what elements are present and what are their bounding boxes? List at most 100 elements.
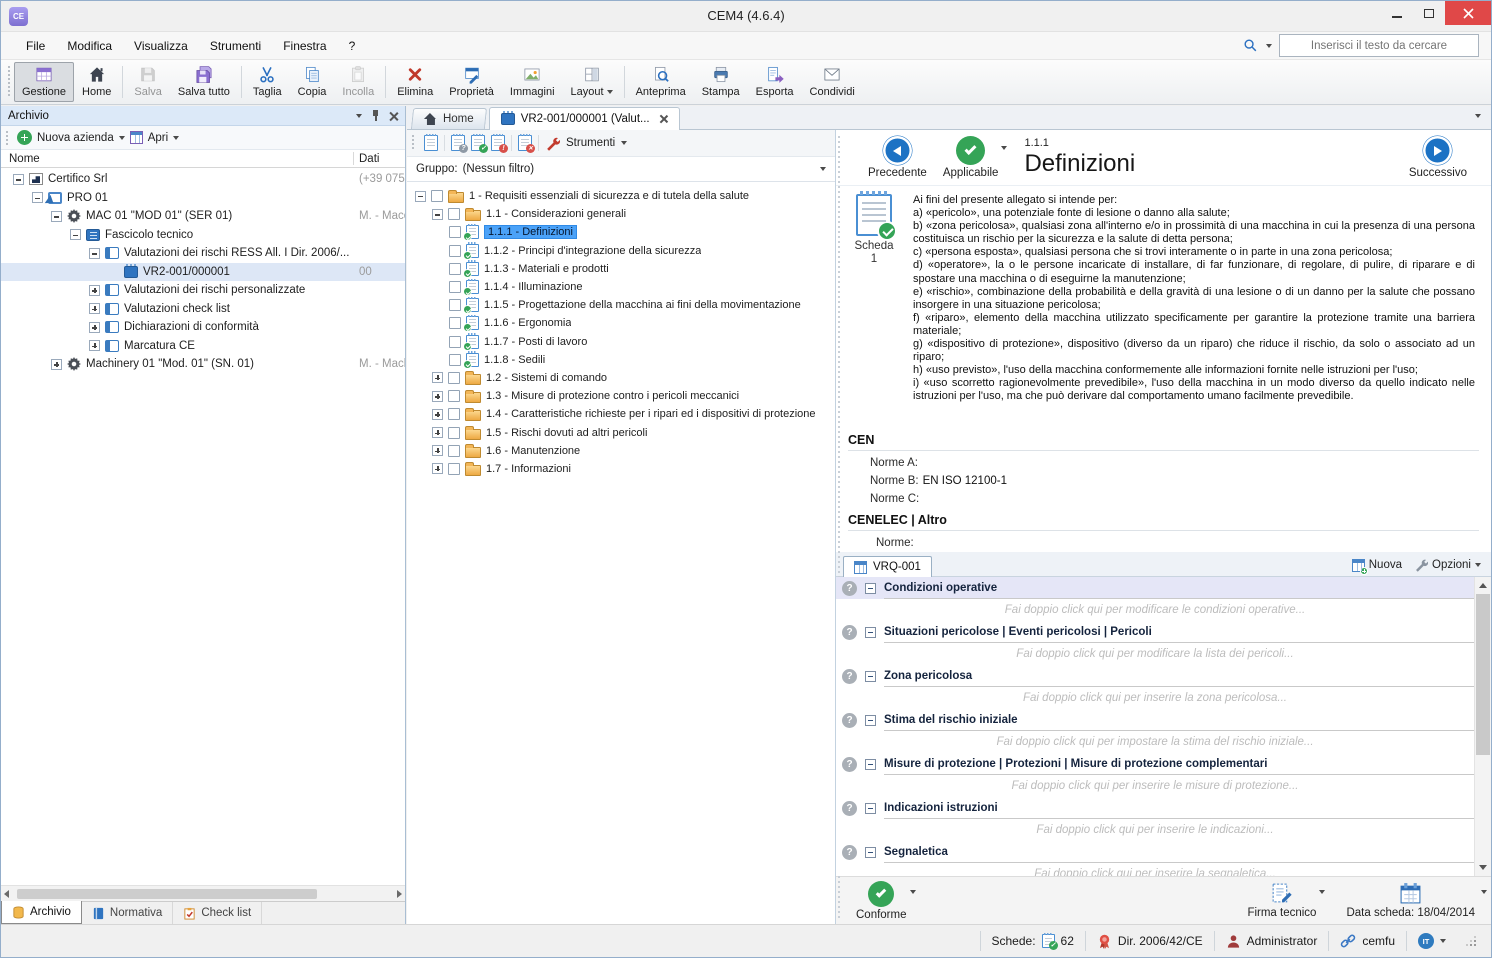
tree-column-headers[interactable]: Nome Dati	[1, 150, 405, 168]
req-row[interactable]: 1.1.2 - Principi d'integrazione della si…	[407, 242, 835, 260]
req-row[interactable]: 1.1 - Considerazioni generali	[407, 205, 835, 223]
section-situazioni-pericolose[interactable]: Situazioni pericolose | Eventi pericolos…	[836, 621, 1474, 665]
apri-button[interactable]: Apri	[148, 132, 168, 144]
collapse-icon[interactable]	[865, 715, 876, 726]
taglia-button[interactable]: Taglia	[245, 62, 290, 102]
expand-expander-icon[interactable]	[51, 359, 62, 370]
opzioni-caret[interactable]	[1475, 563, 1481, 567]
tab-vrq-001[interactable]: VRQ-001	[843, 556, 932, 577]
tab-check-list[interactable]: Check list	[173, 902, 262, 924]
collapse-expander-icon[interactable]	[70, 229, 81, 240]
req-row[interactable]: 1.6 - Manutenzione	[407, 442, 835, 460]
collapse-icon[interactable]	[865, 583, 876, 594]
tree-row[interactable]: Machinery 01 "Mod. 01" (SN. 01) M. - Mac…	[1, 355, 405, 374]
column-dati[interactable]: Dati	[359, 153, 379, 165]
checkbox[interactable]	[449, 245, 461, 257]
section-zona-pericolosa[interactable]: Zona pericolosa Fai doppio click qui per…	[836, 665, 1474, 709]
tab-home[interactable]: Home	[411, 108, 487, 129]
checkbox[interactable]	[449, 354, 461, 366]
section-placeholder[interactable]: Fai doppio click qui per inserire la zon…	[836, 687, 1474, 709]
checkbox[interactable]	[448, 463, 460, 475]
scroll-down-icon[interactable]	[1479, 865, 1487, 870]
scheda-remove-icon[interactable]	[518, 135, 532, 151]
filter-value[interactable]: (Nessun filtro)	[463, 163, 815, 175]
stampa-button[interactable]: Stampa	[694, 62, 748, 102]
section-placeholder[interactable]: Fai doppio click qui per inserire la seg…	[836, 863, 1474, 876]
conforme-button[interactable]: Conforme	[856, 881, 907, 921]
successivo-button[interactable]: Successivo	[1409, 136, 1467, 179]
req-row[interactable]: 1.1.7 - Posti di lavoro	[407, 333, 835, 351]
tree-row-selected[interactable]: VR2-001/000001 00	[1, 263, 405, 282]
checkbox[interactable]	[449, 317, 461, 329]
req-row[interactable]: 1.1.5 - Progettazione della macchina ai …	[407, 296, 835, 314]
collapse-expander-icon[interactable]	[89, 248, 100, 259]
status-user[interactable]: Administrator	[1214, 931, 1329, 951]
section-segnaletica[interactable]: Segnaletica Fai doppio click qui per ins…	[836, 841, 1474, 876]
section-placeholder[interactable]: Fai doppio click qui per impostare la st…	[836, 731, 1474, 753]
section-condizioni-operative[interactable]: Condizioni operative Fai doppio click qu…	[836, 577, 1474, 621]
expand-expander-icon[interactable]	[432, 427, 443, 438]
req-row[interactable]: 1.1.3 - Materiali e prodotti	[407, 260, 835, 278]
search-options-caret[interactable]	[1266, 44, 1272, 48]
nuova-button[interactable]: Nuova	[1352, 559, 1402, 572]
tree-row[interactable]: MAC 01 "MOD 01" (SER 01) M. - Macc	[1, 207, 405, 226]
search-input[interactable]	[1279, 34, 1479, 57]
menu-finestra[interactable]: Finestra	[272, 35, 337, 57]
collapse-icon[interactable]	[865, 759, 876, 770]
collapse-expander-icon[interactable]	[432, 209, 443, 220]
strumenti-button[interactable]: Strumenti	[566, 137, 615, 149]
search-icon[interactable]	[1242, 37, 1259, 54]
pin-icon[interactable]	[371, 110, 380, 121]
tree-row[interactable]: Dichiarazioni di conformità	[1, 318, 405, 337]
collapse-icon[interactable]	[865, 803, 876, 814]
expand-expander-icon[interactable]	[432, 391, 443, 402]
expand-expander-icon[interactable]	[432, 409, 443, 420]
scroll-left-icon[interactable]	[4, 890, 9, 898]
section-placeholder[interactable]: Fai doppio click qui per inserire le ind…	[836, 819, 1474, 841]
collapse-expander-icon[interactable]	[13, 174, 24, 185]
language-caret[interactable]	[1440, 939, 1446, 943]
req-row[interactable]: 1.1.4 - Illuminazione	[407, 278, 835, 296]
menu-file[interactable]: File	[15, 35, 56, 57]
help-icon[interactable]	[842, 845, 857, 860]
filter-caret[interactable]	[820, 167, 826, 171]
incolla-button[interactable]: Incolla	[334, 62, 382, 102]
copia-button[interactable]: Copia	[290, 62, 335, 102]
scrollbar-thumb[interactable]	[1476, 594, 1490, 755]
req-row[interactable]: 1.7 - Informazioni	[407, 460, 835, 478]
checkbox[interactable]	[449, 281, 461, 293]
collapse-icon[interactable]	[865, 627, 876, 638]
req-row[interactable]: 1.1.8 - Sedili	[407, 351, 835, 369]
collapse-expander-icon[interactable]	[51, 211, 62, 222]
collapse-expander-icon[interactable]	[415, 191, 426, 202]
nuova-azienda-caret[interactable]	[119, 136, 125, 140]
gestione-button[interactable]: Gestione	[14, 62, 74, 102]
checkbox[interactable]	[449, 336, 461, 348]
checkbox[interactable]	[448, 208, 460, 220]
status-directive[interactable]: Dir. 2006/42/CE	[1085, 931, 1214, 951]
layout-caret[interactable]	[607, 90, 613, 94]
tab-archivio[interactable]: Archivio	[1, 901, 82, 924]
section-placeholder[interactable]: Fai doppio click qui per modificare le c…	[836, 599, 1474, 621]
close-button[interactable]	[1445, 1, 1491, 25]
collapse-expander-icon[interactable]	[32, 192, 43, 203]
data-scheda-caret[interactable]	[1481, 890, 1487, 894]
scrollbar-thumb[interactable]	[17, 889, 317, 899]
elimina-button[interactable]: Elimina	[389, 62, 441, 102]
tree-row[interactable]: Fascicolo tecnico	[1, 226, 405, 245]
help-icon[interactable]	[842, 581, 857, 596]
proprieta-button[interactable]: Proprietà	[441, 62, 502, 102]
expand-expander-icon[interactable]	[432, 372, 443, 383]
tree-row[interactable]: Marcatura CE	[1, 337, 405, 356]
salva-button[interactable]: Salva	[126, 62, 170, 102]
req-row[interactable]: 1.3 - Misure di protezione contro i peri…	[407, 387, 835, 405]
checkbox[interactable]	[449, 226, 461, 238]
layout-button[interactable]: Layout	[563, 62, 621, 102]
resize-grip[interactable]	[1465, 935, 1477, 947]
scheda-question-icon[interactable]	[451, 135, 465, 151]
firma-tecnico-button[interactable]: Firma tecnico	[1247, 882, 1316, 919]
tree-row[interactable]: Valutazioni dei rischi personalizzate	[1, 281, 405, 300]
help-icon[interactable]	[842, 713, 857, 728]
help-icon[interactable]	[842, 625, 857, 640]
immagini-button[interactable]: Immagini	[502, 62, 563, 102]
